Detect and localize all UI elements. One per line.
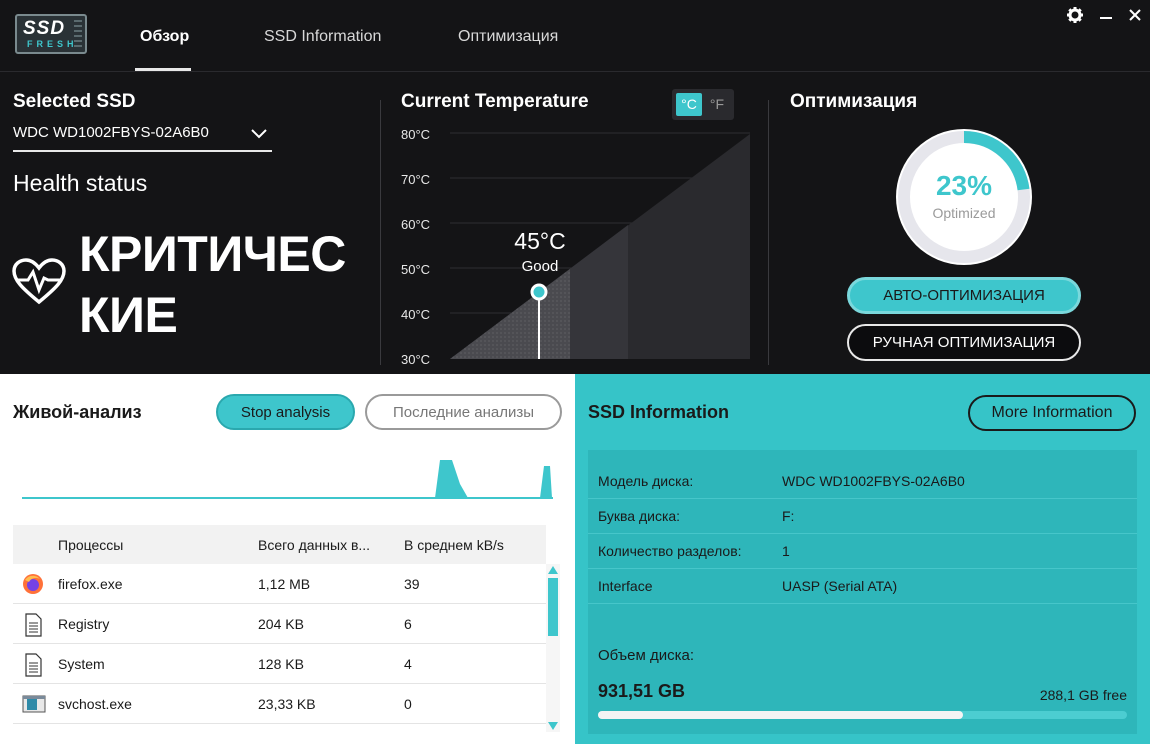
process-name: svchost.exe xyxy=(58,696,132,712)
auto-optimization-button[interactable]: АВТО-ОПТИМИЗАЦИЯ xyxy=(847,277,1081,314)
unit-toggle[interactable]: °C °F xyxy=(672,89,734,120)
process-total: 23,33 KB xyxy=(258,696,316,712)
current-temperature: 45°C xyxy=(514,228,566,254)
close-icon[interactable] xyxy=(1125,6,1145,26)
ssd-select-value: WDC WD1002FBYS-02A6B0 xyxy=(13,124,209,141)
health-status-value: КРИТИЧЕСКИЕ xyxy=(79,226,346,343)
active-tab-indicator xyxy=(135,68,191,71)
optimization-subtitle: Optimized xyxy=(932,205,996,221)
process-total: 204 KB xyxy=(258,616,304,632)
info-key: Количество разделов: xyxy=(598,543,742,559)
temp-tick-label: 50°C xyxy=(401,262,431,277)
temp-tick-label: 80°C xyxy=(401,127,431,142)
ssd-select-dropdown[interactable]: WDC WD1002FBYS-02A6B0 xyxy=(13,124,272,152)
minimize-icon[interactable] xyxy=(1096,6,1116,26)
volume-size: 931,51 GB xyxy=(598,681,686,701)
volume-label: Объем диска: xyxy=(598,647,694,664)
table-row[interactable]: System 128 KB 4 xyxy=(13,644,546,684)
logo-grip xyxy=(74,20,82,50)
info-value: WDC WD1002FBYS-02A6B0 xyxy=(782,473,965,489)
info-row: Количество разделов: 1 xyxy=(588,534,1137,569)
scrollbar-thumb[interactable] xyxy=(548,578,558,636)
process-average: 4 xyxy=(404,656,412,672)
info-value: F: xyxy=(782,508,795,524)
ssd-information-panel: SSD Information More Information Модель … xyxy=(575,374,1150,744)
process-average: 0 xyxy=(404,696,412,712)
column-header[interactable]: Процессы xyxy=(58,537,123,553)
process-table-header: Процессы Всего данных в... В среднем kB/… xyxy=(13,525,546,564)
temp-tick-label: 30°C xyxy=(401,352,431,367)
tab-optimization[interactable]: Оптимизация xyxy=(458,28,558,46)
live-analysis-panel: Живой-анализ Stop analysis Последние ана… xyxy=(0,374,575,744)
table-row[interactable]: svchost.exe 23,33 KB 0 xyxy=(13,684,546,724)
process-name: System xyxy=(58,656,105,672)
temp-tick-label: 70°C xyxy=(401,172,431,187)
process-total: 1,12 MB xyxy=(258,576,311,592)
process-name: Registry xyxy=(58,616,110,632)
divider xyxy=(768,100,769,365)
ssd-information-title: SSD Information xyxy=(588,402,730,422)
unit-fahrenheit[interactable]: °F xyxy=(704,93,730,116)
heart-pulse-icon xyxy=(12,258,66,311)
volume-usage-fill xyxy=(598,711,963,719)
ssd-information-card: Модель диска: WDC WD1002FBYS-02A6B0 Букв… xyxy=(588,450,1137,734)
optimization-title: Оптимизация xyxy=(790,91,918,112)
recent-analyses-button[interactable]: Последние анализы xyxy=(365,394,562,430)
process-average: 39 xyxy=(404,576,420,592)
temp-tick-label: 60°C xyxy=(401,217,431,232)
volume-free: 288,1 GB free xyxy=(1039,687,1127,703)
scroll-down-icon[interactable] xyxy=(548,722,558,730)
info-key: Interface xyxy=(598,578,653,594)
info-row: Модель диска: WDC WD1002FBYS-02A6B0 xyxy=(588,464,1137,499)
info-value: UASP (Serial ATA) xyxy=(782,578,898,594)
firefox-icon xyxy=(22,573,44,600)
table-row[interactable]: firefox.exe 1,12 MB 39 xyxy=(13,564,546,604)
logo-subtext: FRESH xyxy=(27,39,78,49)
temperature-title: Current Temperature xyxy=(401,91,589,112)
table-row[interactable]: Registry 204 KB 6 xyxy=(13,604,546,644)
process-table-scrollbar[interactable] xyxy=(546,564,560,732)
scroll-up-icon[interactable] xyxy=(548,566,558,574)
manual-optimization-button[interactable]: РУЧНАЯ ОПТИМИЗАЦИЯ xyxy=(847,324,1081,361)
app-logo: SSD FRESH xyxy=(15,14,87,54)
temperature-status: Good xyxy=(521,258,559,275)
health-status-label: Health status xyxy=(13,170,148,196)
stop-analysis-button[interactable]: Stop analysis xyxy=(216,394,355,430)
info-row: Interface UASP (Serial ATA) xyxy=(588,569,1137,604)
info-key: Буква диска: xyxy=(598,508,681,524)
logo-text: SSD xyxy=(23,18,66,39)
tab-overview[interactable]: Обзор xyxy=(140,28,189,46)
selected-ssd-title: Selected SSD xyxy=(13,91,136,112)
info-row: Буква диска: F: xyxy=(588,499,1137,534)
process-total: 128 KB xyxy=(258,656,304,672)
chevron-down-icon xyxy=(251,129,267,139)
info-key: Модель диска: xyxy=(598,473,694,489)
gear-icon[interactable] xyxy=(1065,6,1085,26)
window-app-icon xyxy=(22,693,46,720)
info-value: 1 xyxy=(782,543,790,559)
document-icon xyxy=(22,653,44,682)
process-average: 6 xyxy=(404,616,412,632)
unit-celsius[interactable]: °C xyxy=(676,93,702,116)
top-bar: SSD FRESH Обзор SSD Information Оптимиза… xyxy=(0,0,1150,72)
activity-sparkline xyxy=(22,460,553,499)
volume-usage-bar xyxy=(598,711,1127,719)
optimization-percent: 23% xyxy=(935,170,993,201)
tab-ssd-information[interactable]: SSD Information xyxy=(264,28,381,46)
more-information-button[interactable]: More Information xyxy=(968,395,1136,431)
divider xyxy=(380,100,381,365)
column-header[interactable]: В среднем kB/s xyxy=(404,537,504,553)
column-header[interactable]: Всего данных в... xyxy=(258,537,370,553)
temp-tick-label: 40°C xyxy=(401,307,431,322)
live-analysis-title: Живой-анализ xyxy=(13,402,142,422)
document-icon xyxy=(22,613,44,642)
temperature-gauge xyxy=(450,132,750,359)
process-name: firefox.exe xyxy=(58,576,123,592)
